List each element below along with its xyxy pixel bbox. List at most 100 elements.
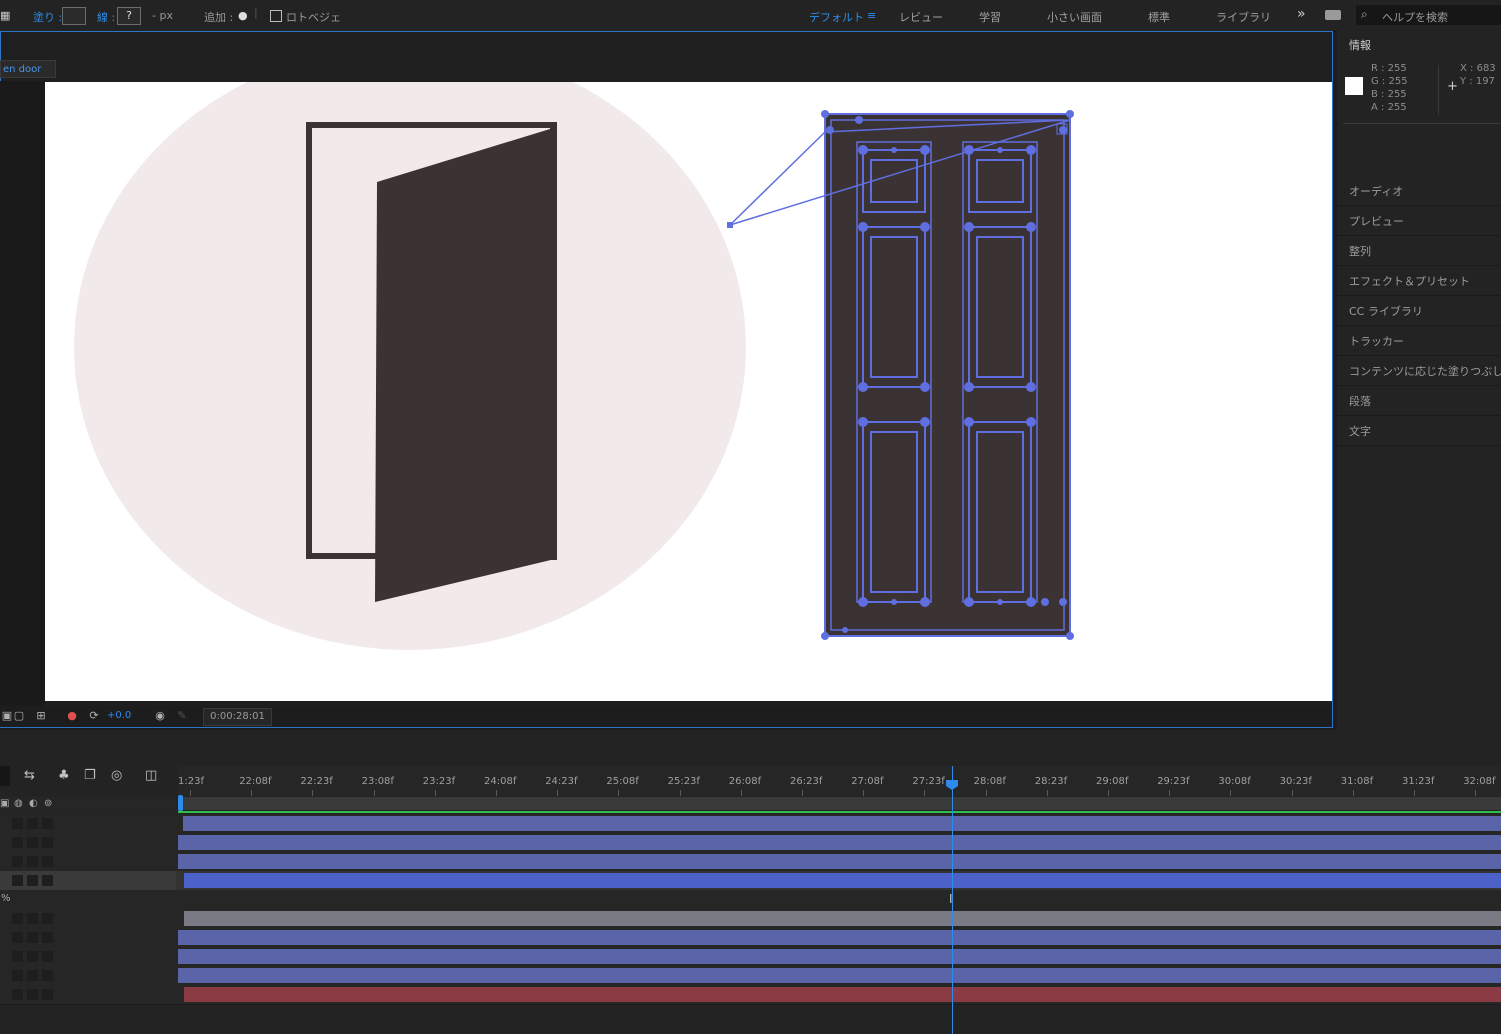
add-dropdown-icon[interactable]: ● <box>238 9 248 22</box>
shy-layers-icon[interactable]: ♣ <box>58 768 70 783</box>
layer-duration-bar[interactable] <box>178 854 1501 869</box>
layer-duration-bar[interactable] <box>178 930 1501 945</box>
panel-preview[interactable]: プレビュー <box>1337 205 1501 236</box>
video-switch-icon[interactable]: ▣ <box>0 798 9 809</box>
workspace-menu-icon[interactable]: ≡ <box>867 9 876 22</box>
timeline-search-input[interactable] <box>0 766 10 786</box>
layer-switch-box[interactable] <box>27 970 38 981</box>
graph-editor-icon[interactable]: ◫ <box>145 768 157 783</box>
layer-switch-box[interactable] <box>12 951 23 962</box>
layer-row[interactable] <box>0 985 1501 1005</box>
layer-switch-box[interactable] <box>12 856 23 867</box>
layer-duration-bar[interactable] <box>178 835 1501 850</box>
layer-switch-box[interactable] <box>42 932 53 943</box>
composition-tab[interactable]: en door <box>0 60 56 78</box>
render-cache-bar <box>178 811 1501 813</box>
more-workspaces-icon[interactable]: » <box>1297 6 1306 22</box>
layer-duration-bar[interactable] <box>184 873 1501 888</box>
time-ruler[interactable]: 1:23f 22:08f 22:23f 23:08f 23:23f 24:08f 24:23… <box>178 766 1501 796</box>
panel-character[interactable]: 文字 <box>1337 415 1501 446</box>
stroke-swatch[interactable]: ? <box>117 7 141 25</box>
panel-tracker[interactable]: トラッカー <box>1337 325 1501 356</box>
layer-switch-box[interactable] <box>12 875 23 886</box>
panel-align[interactable]: 整列 <box>1337 235 1501 266</box>
panel-effects-presets[interactable]: エフェクト＆プリセット <box>1337 265 1501 296</box>
work-area-bar[interactable] <box>178 797 1501 810</box>
panel-paragraph[interactable]: 段落 <box>1337 385 1501 416</box>
panel-content-aware-fill[interactable]: コンテンツに応じた塗りつぶし <box>1337 355 1501 386</box>
layer-switch-box[interactable] <box>12 837 23 848</box>
layer-switch-box[interactable] <box>27 932 38 943</box>
workspace-small-screen[interactable]: 小さい画面 <box>1047 9 1102 25</box>
grid-icon[interactable]: ▦ <box>0 9 10 22</box>
layer-switch-box[interactable] <box>27 837 38 848</box>
layer-row[interactable] <box>0 966 1501 986</box>
layer-switch-box[interactable] <box>42 913 53 924</box>
layer-switch-box[interactable] <box>42 837 53 848</box>
layer-row[interactable] <box>0 814 1501 834</box>
stroke-label[interactable]: 線 : <box>97 9 115 25</box>
search-input[interactable]: ヘルプを検索 <box>1382 9 1448 25</box>
layer-row[interactable] <box>0 852 1501 872</box>
layer-switch-box[interactable] <box>12 913 23 924</box>
workspace-libraries[interactable]: ライブラリ <box>1216 9 1271 25</box>
layer-switch-box[interactable] <box>42 818 53 829</box>
stroke-width-value[interactable]: - px <box>152 9 173 22</box>
layer-switch-box[interactable] <box>27 856 38 867</box>
layer-row[interactable] <box>0 947 1501 967</box>
workspace-layout-icon[interactable] <box>1325 10 1341 20</box>
layer-switch-box[interactable] <box>12 818 23 829</box>
help-search[interactable]: ⌕ ヘルプを検索 <box>1356 5 1501 25</box>
workspace-standard[interactable]: 標準 <box>1148 9 1170 25</box>
layer-row[interactable] <box>0 928 1501 948</box>
fill-swatch[interactable] <box>62 7 86 25</box>
panel-cc-libraries[interactable]: CC ライブラリ <box>1337 295 1501 326</box>
lock-switch-icon[interactable]: ⊚ <box>44 798 52 809</box>
layer-switch-box[interactable] <box>27 818 38 829</box>
region-icon[interactable]: ▢ <box>12 709 26 723</box>
layer-switch-box[interactable] <box>27 951 38 962</box>
layer-switch-box[interactable] <box>12 932 23 943</box>
solo-switch-icon[interactable]: ◐ <box>29 798 38 809</box>
frame-blending-icon[interactable]: ❐ <box>84 768 96 783</box>
info-panel-title[interactable]: 情報 <box>1349 37 1371 53</box>
layer-duration-bar[interactable] <box>178 968 1501 983</box>
rotobezier-checkbox[interactable] <box>270 10 282 22</box>
layer-row[interactable]: % <box>0 890 1501 910</box>
layer-row[interactable] <box>0 909 1501 929</box>
composition-mini-flowchart-icon[interactable]: ⇆ <box>24 768 35 783</box>
layer-duration-bar[interactable] <box>178 949 1501 964</box>
reset-exposure-icon[interactable]: ⟳ <box>87 709 101 723</box>
layer-switch-box[interactable] <box>27 989 38 1000</box>
layer-switch-box[interactable] <box>42 970 53 981</box>
layer-switch-box[interactable] <box>42 875 53 886</box>
fill-label[interactable]: 塗り : <box>33 9 62 25</box>
layer-switch-box[interactable] <box>42 856 53 867</box>
motion-blur-icon[interactable]: ◎ <box>111 768 122 783</box>
work-area-start-handle[interactable] <box>178 795 183 811</box>
layer-duration-bar[interactable] <box>184 911 1501 926</box>
composition-canvas[interactable] <box>45 82 1332 701</box>
comp-timecode[interactable]: 0:00:28:01 <box>203 708 272 726</box>
layer-switch-box[interactable] <box>27 875 38 886</box>
layer-row[interactable] <box>0 833 1501 853</box>
panel-audio[interactable]: オーディオ <box>1337 175 1501 206</box>
layer-switch-box[interactable] <box>42 951 53 962</box>
layer-switch-box[interactable] <box>12 970 23 981</box>
audio-switch-icon[interactable]: ◍ <box>14 798 23 809</box>
guides-icon[interactable]: ⊞ <box>34 709 48 723</box>
layer-switch-box[interactable] <box>12 989 23 1000</box>
layer-row[interactable] <box>0 871 1501 891</box>
workspace-learn[interactable]: 学習 <box>979 9 1001 25</box>
show-snapshot-icon[interactable]: ✎ <box>175 709 189 723</box>
exposure-value[interactable]: +0.0 <box>107 710 131 721</box>
closed-door-layer[interactable] <box>727 110 1074 640</box>
workspace-review[interactable]: レビュー <box>899 9 943 25</box>
layer-duration-bar[interactable] <box>183 816 1501 831</box>
workspace-default[interactable]: デフォルト <box>809 9 864 25</box>
layer-switch-box[interactable] <box>42 989 53 1000</box>
channel-icon[interactable]: ● <box>65 709 79 723</box>
layer-switch-box[interactable] <box>27 913 38 924</box>
snapshot-icon[interactable]: ◉ <box>153 709 167 723</box>
layer-duration-bar[interactable] <box>184 987 1501 1002</box>
